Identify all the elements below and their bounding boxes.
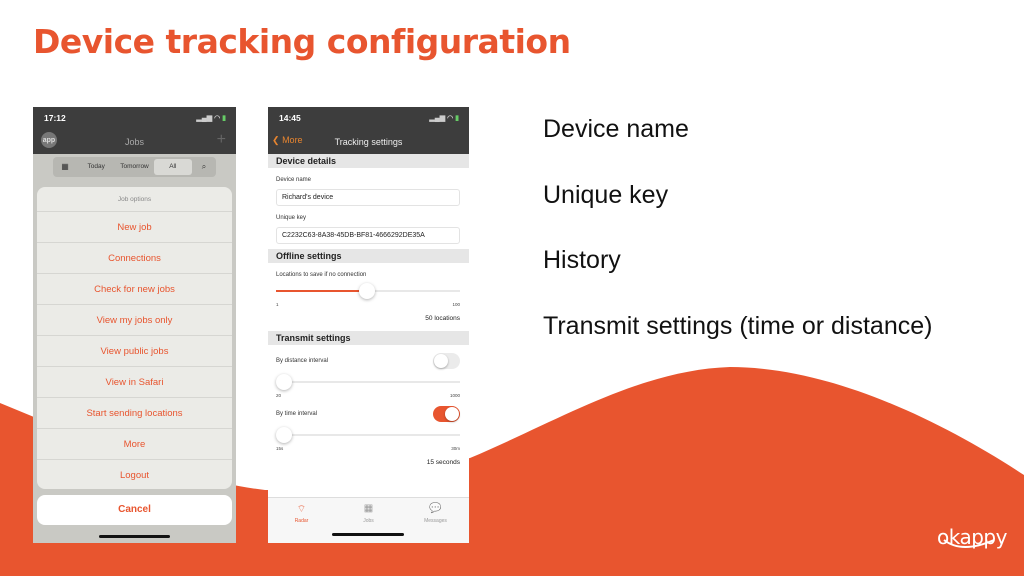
section-offline-settings: Offline settings: [268, 249, 469, 263]
slider-range-labels: 20 1000: [276, 393, 460, 398]
unique-key-label: Unique key: [276, 215, 307, 221]
locations-to-save-label: Locations to save if no connection: [276, 272, 367, 278]
status-time: 14:45: [279, 113, 301, 123]
distance-interval-toggle[interactable]: [433, 353, 460, 369]
time-interval-toggle[interactable]: [433, 406, 460, 422]
app-avatar[interactable]: app: [41, 132, 57, 148]
home-indicator: [332, 533, 404, 536]
bullet-transmit-settings: Transmit settings (time or distance): [543, 311, 933, 340]
menu-item-view-in-safari[interactable]: View in Safari: [37, 367, 232, 398]
slider-range-labels: 15s 30m: [276, 446, 460, 451]
status-time: 17:12: [44, 113, 66, 123]
radar-icon: ⌔: [296, 504, 307, 515]
status-icons: ▂▄▆ ◠ ▮: [429, 115, 459, 122]
logo-swoosh-icon: [943, 539, 995, 548]
status-bar: 17:12 ▂▄▆ ◠ ▮: [33, 107, 236, 129]
back-label: More: [282, 135, 303, 145]
nav-bar: ❮ More Tracking settings: [268, 129, 469, 154]
calendar-icon[interactable]: ▦: [53, 159, 77, 175]
tab-label: Messages: [424, 518, 447, 524]
distance-slider[interactable]: [276, 373, 460, 391]
menu-item-logout[interactable]: Logout: [37, 460, 232, 489]
chevron-left-icon: ❮: [272, 135, 280, 145]
calendar-icon: ▦: [363, 503, 374, 514]
nav-bar: app Jobs +: [33, 129, 236, 154]
slider-max-label: 100: [452, 302, 460, 307]
search-icon[interactable]: ⌕: [192, 159, 216, 175]
chat-bubbles-icon: 💬: [429, 503, 442, 514]
time-slider[interactable]: [276, 426, 460, 444]
status-icons: ▂▄▆ ◠ ▮: [196, 115, 226, 122]
action-sheet-title: Job options: [37, 187, 232, 212]
section-transmit-settings: Transmit settings: [268, 331, 469, 345]
slider-min-label: 1: [276, 302, 279, 307]
slider-track: [276, 381, 460, 383]
add-icon[interactable]: +: [217, 131, 226, 149]
bullet-unique-key: Unique key: [543, 180, 669, 209]
slider-track: [276, 434, 460, 436]
slider-fill: [276, 290, 368, 292]
slider-min-label: 15s: [276, 446, 284, 451]
menu-item-connections[interactable]: Connections: [37, 243, 232, 274]
tab-radar[interactable]: ⌔ Radar: [268, 498, 335, 543]
status-bar: 14:45 ▂▄▆ ◠ ▮: [268, 107, 469, 129]
tab-bar: ⌔ Radar ▦ Jobs 💬 Messages: [268, 497, 469, 543]
job-options-action-sheet: Job options New job Connections Check fo…: [37, 187, 232, 489]
cancel-button[interactable]: Cancel: [37, 495, 232, 525]
phone-screenshot-tracking-settings: 14:45 ▂▄▆ ◠ ▮ ❮ More Tracking settings D…: [268, 107, 469, 543]
time-interval-row: By time interval: [276, 406, 460, 422]
tab-messages[interactable]: 💬 Messages: [402, 498, 469, 543]
slider-min-label: 20: [276, 393, 282, 398]
slider-thumb[interactable]: [359, 283, 376, 299]
menu-item-more[interactable]: More: [37, 429, 232, 460]
section-device-details: Device details: [268, 154, 469, 168]
segment-tomorrow[interactable]: Tomorrow: [115, 159, 153, 175]
tab-label: Jobs: [363, 518, 374, 524]
date-filter-segmented-control: ▦ Today Tomorrow All ⌕: [53, 157, 216, 177]
back-button[interactable]: ❮ More: [272, 135, 303, 146]
slider-range-labels: 1 100: [276, 302, 460, 307]
menu-item-view-my-jobs[interactable]: View my jobs only: [37, 305, 232, 336]
slider-max-label: 1000: [449, 393, 460, 398]
phone-screenshot-jobs: 17:12 ▂▄▆ ◠ ▮ app Jobs + ▦ Today Tomorro…: [33, 107, 236, 543]
home-indicator: [99, 535, 170, 538]
bullet-device-name: Device name: [543, 115, 689, 143]
unique-key-input[interactable]: C2232C63-8A38-45DB-BF81-4666292DE35A: [276, 227, 460, 244]
time-interval-value: 15 seconds: [426, 459, 460, 466]
tab-label: Radar: [294, 518, 309, 524]
locations-value: 50 locations: [425, 315, 460, 322]
menu-item-check-new-jobs[interactable]: Check for new jobs: [37, 274, 232, 305]
distance-interval-label: By distance interval: [276, 358, 329, 364]
segment-all[interactable]: All: [153, 159, 192, 175]
bullet-history: History: [543, 246, 621, 274]
tab-jobs[interactable]: ▦ Jobs: [335, 498, 402, 543]
slider-thumb[interactable]: [276, 427, 292, 443]
slider-max-label: 30m: [451, 446, 460, 451]
device-name-input[interactable]: Richard's device: [276, 189, 460, 206]
bullet-list: Device name Unique key History Transmit …: [543, 112, 932, 374]
menu-item-start-sending-locations[interactable]: Start sending locations: [37, 398, 232, 429]
slider-thumb[interactable]: [276, 374, 292, 390]
menu-item-new-job[interactable]: New job: [37, 212, 232, 243]
device-name-label: Device name: [276, 177, 312, 183]
nav-title: Jobs: [124, 136, 144, 147]
slide-title: Device tracking configuration: [33, 22, 571, 61]
segment-today[interactable]: Today: [77, 159, 115, 175]
distance-interval-row: By distance interval: [276, 353, 460, 369]
time-interval-label: By time interval: [276, 411, 318, 417]
nav-title: Tracking settings: [334, 136, 403, 147]
menu-item-view-public-jobs[interactable]: View public jobs: [37, 336, 232, 367]
locations-slider[interactable]: [276, 282, 460, 300]
